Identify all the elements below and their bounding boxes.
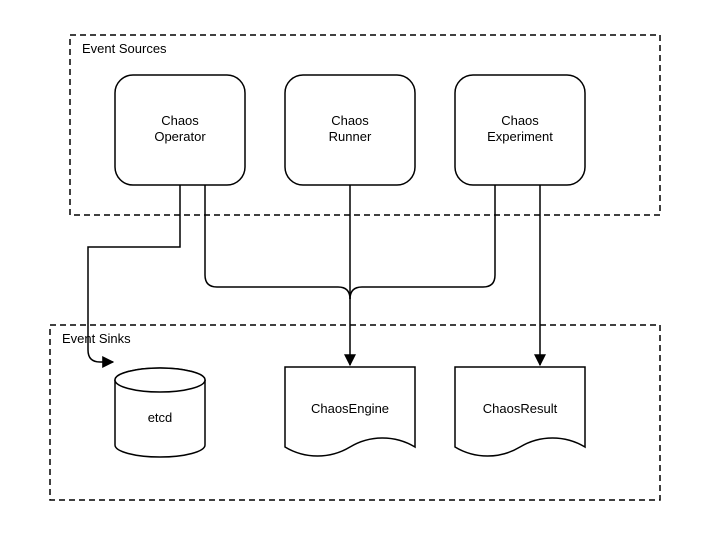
group-event-sources-title: Event Sources	[82, 41, 167, 56]
label-chaos-runner-l1: Chaos	[331, 113, 369, 128]
arrow-experiment-to-engine	[350, 185, 495, 299]
box-chaosresult: ChaosResult	[455, 367, 585, 456]
group-event-sinks-title: Event Sinks	[62, 331, 131, 346]
label-chaos-runner-l2: Runner	[329, 129, 372, 144]
label-chaosengine: ChaosEngine	[311, 401, 389, 416]
arrow-operator-to-engine	[205, 185, 350, 299]
box-chaosengine: ChaosEngine	[285, 367, 415, 456]
box-chaos-experiment: Chaos Experiment	[455, 75, 585, 185]
box-chaos-operator: Chaos Operator	[115, 75, 245, 185]
label-etcd: etcd	[148, 410, 173, 425]
label-chaos-operator-l2: Operator	[154, 129, 206, 144]
box-chaos-runner: Chaos Runner	[285, 75, 415, 185]
label-chaos-experiment-l2: Experiment	[487, 129, 553, 144]
label-chaos-experiment-l1: Chaos	[501, 113, 539, 128]
label-chaosresult: ChaosResult	[483, 401, 558, 416]
box-etcd: etcd	[115, 368, 205, 457]
label-chaos-operator-l1: Chaos	[161, 113, 199, 128]
